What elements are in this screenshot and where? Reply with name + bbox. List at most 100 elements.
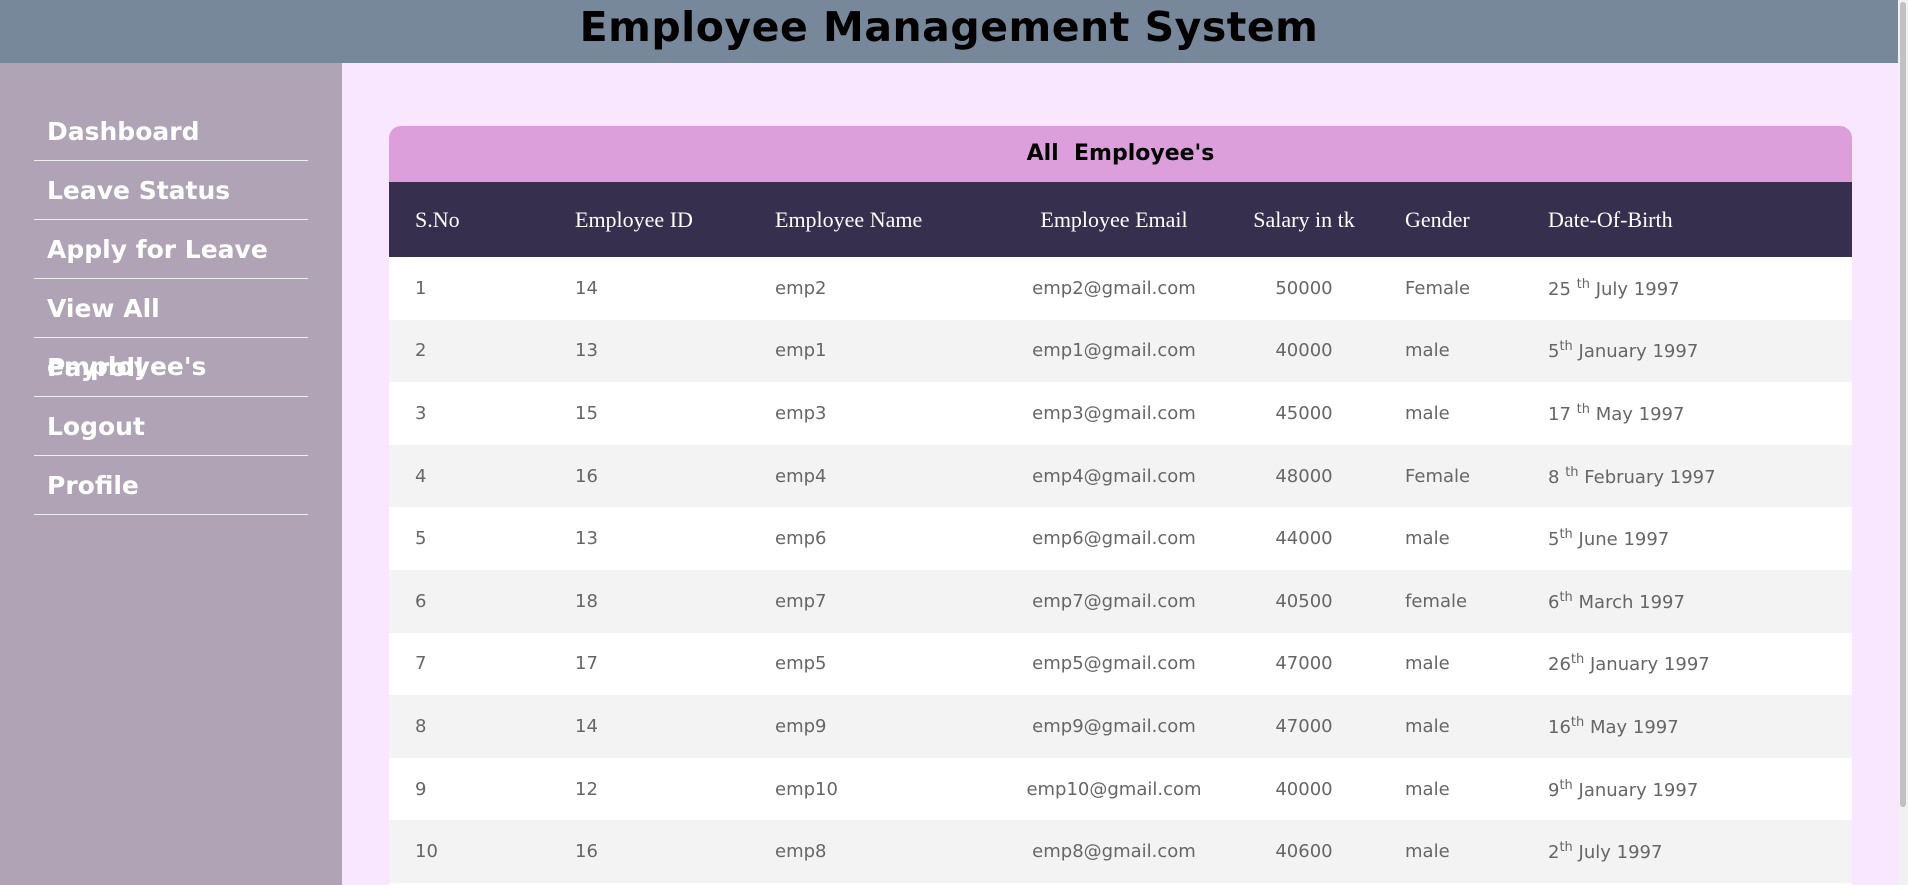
dob-month-year: July 1997	[1572, 842, 1663, 864]
table-row: 10 16 emp8 emp8@gmail.com 40600 male 2th July …	[389, 820, 1852, 883]
cell-employee-id: 14	[575, 277, 598, 299]
dob-suffix: th	[1570, 714, 1585, 730]
cell-gender: male	[1405, 653, 1450, 675]
dob-suffix: th	[1576, 276, 1590, 292]
cell-employee-id: 13	[575, 340, 598, 362]
table-header-row: S.No Employee ID Employee Name Employee …	[389, 182, 1852, 257]
cell-employee-email: emp3@gmail.com	[1032, 402, 1196, 424]
cell-salary: 44000	[1275, 528, 1333, 550]
cell-employee-name: emp10	[775, 778, 838, 800]
dob-day: 25	[1548, 278, 1577, 300]
cell-employee-email: emp7@gmail.com	[1032, 590, 1196, 612]
cell-dob: 5th January 1997	[1522, 320, 1852, 383]
cell-dob: 6th March 1997	[1522, 570, 1852, 633]
sidebar-item-logout: Logout	[34, 398, 308, 456]
table-row: 2 13 emp1 emp1@gmail.com 40000 male 5th Januar…	[389, 319, 1852, 383]
table-row: 4 16 emp4 emp4@gmail.com 48000 Female 8 th Feb…	[389, 444, 1852, 508]
dob-month-year: January 1997	[1572, 779, 1699, 801]
cell-gender: male	[1405, 340, 1450, 362]
cell-employee-email: emp2@gmail.com	[1032, 277, 1196, 299]
header-dob: Date-Of-Birth	[1548, 206, 1673, 232]
dob-day: 17	[1548, 403, 1577, 425]
dob-month-year: January 1997	[1584, 654, 1710, 676]
cell-employee-email: emp6@gmail.com	[1032, 528, 1196, 550]
scrollbar-thumb[interactable]	[1900, 2, 1906, 807]
dashboard-link[interactable]: Dashboard	[34, 103, 308, 161]
cell-employee-name: emp6	[775, 528, 827, 550]
table-row: 5 13 emp6 emp6@gmail.com 44000 male 5th June 1…	[389, 507, 1852, 570]
sidebar-item-view-employees: View All employee's	[34, 280, 308, 381]
cell-salary: 47000	[1275, 715, 1333, 737]
table-row: 3 15 emp3 emp3@gmail.com 45000 male 17 th May …	[389, 382, 1852, 445]
dob-day: 5	[1548, 341, 1560, 363]
cell-employee-name: emp4	[775, 465, 827, 487]
dob-month-year: January 1997	[1572, 341, 1699, 363]
dob-day: 8	[1548, 466, 1566, 488]
dob-month-year: June 1997	[1572, 529, 1670, 551]
logout-link[interactable]: Logout	[34, 398, 308, 456]
employees-table: S.No Employee ID Employee Name Employee …	[389, 182, 1852, 883]
cell-employee-name: emp9	[775, 715, 827, 737]
dob-month-year: March 1997	[1572, 591, 1685, 613]
cell-dob: 17 th May 1997	[1522, 382, 1852, 445]
sidebar-item-profile: Profile	[34, 457, 308, 515]
cell-employee-email: emp5@gmail.com	[1032, 653, 1196, 675]
table-row: 6 18 emp7 emp7@gmail.com 40500 female 6th Marc…	[389, 569, 1852, 633]
cell-sno: 10	[415, 841, 438, 863]
dob-suffix: th	[1559, 777, 1573, 793]
cell-salary: 40500	[1275, 590, 1333, 612]
cell-salary: 40000	[1275, 778, 1333, 800]
cell-employee-email: emp4@gmail.com	[1032, 465, 1196, 487]
dob-suffix: th	[1559, 589, 1573, 605]
cell-employee-name: emp7	[775, 590, 827, 612]
cell-gender: male	[1405, 402, 1450, 424]
dob-suffix: th	[1576, 401, 1590, 417]
profile-link[interactable]: Profile	[34, 457, 308, 515]
cell-employee-id: 16	[575, 841, 598, 863]
cell-employee-name: emp1	[775, 340, 827, 362]
cell-salary: 45000	[1275, 402, 1333, 424]
cell-employee-id: 16	[575, 465, 598, 487]
table-row: 9 12 emp10 emp10@gmail.com 40000 male 9th Janu…	[389, 757, 1852, 821]
cell-gender: male	[1405, 715, 1450, 737]
table-head: S.No Employee ID Employee Name Employee …	[389, 182, 1852, 257]
dob-month-year: February 1997	[1578, 466, 1716, 488]
cell-employee-email: emp1@gmail.com	[1032, 340, 1196, 362]
sidebar-nav: Dashboard Leave Status Apply for Leave V…	[0, 63, 342, 515]
cell-dob: 25 th July 1997	[1522, 257, 1852, 320]
dob-day: 2	[1548, 842, 1560, 864]
cell-sno: 5	[415, 528, 427, 550]
table-row: 1 14 emp2 emp2@gmail.com 50000 Female 25 th Ju…	[389, 257, 1852, 320]
vertical-scrollbar[interactable]	[1898, 0, 1908, 885]
cell-sno: 7	[415, 653, 427, 675]
cell-employee-name: emp2	[775, 277, 827, 299]
main-content: All Employee's S.No Employee ID Employee…	[342, 63, 1898, 885]
dob-suffix: th	[1559, 840, 1573, 856]
cell-dob: 26th January 1997	[1522, 633, 1852, 696]
header-employee-id: Employee ID	[575, 206, 693, 232]
cell-employee-email: emp10@gmail.com	[1026, 778, 1202, 800]
cell-dob: 2th July 1997	[1522, 820, 1852, 883]
cell-dob: 9th January 1997	[1522, 758, 1852, 821]
dob-suffix: th	[1559, 339, 1573, 355]
dob-day: 5	[1548, 529, 1560, 551]
cell-gender: Female	[1405, 277, 1471, 299]
dob-suffix: th	[1559, 527, 1573, 543]
dob-day: 26	[1548, 654, 1571, 676]
apply-leave-link[interactable]: Apply for Leave	[34, 221, 308, 279]
cell-salary: 47000	[1275, 653, 1333, 675]
cell-employee-id: 18	[575, 590, 598, 612]
dob-month-year: May 1997	[1584, 716, 1679, 738]
dob-day: 9	[1548, 779, 1560, 801]
dob-month-year: July 1997	[1589, 278, 1680, 300]
table-row: 8 14 emp9 emp9@gmail.com 47000 male 16th May 1…	[389, 695, 1852, 758]
cell-employee-id: 14	[575, 715, 598, 737]
cell-salary: 48000	[1275, 465, 1333, 487]
sidebar-item-dashboard: Dashboard	[34, 103, 308, 161]
table-row: 7 17 emp5 emp5@gmail.com 47000 male 26th Janua…	[389, 632, 1852, 696]
sidebar-item-leave-status: Leave Status	[34, 162, 308, 220]
cell-employee-name: emp5	[775, 653, 827, 675]
cell-employee-id: 13	[575, 528, 598, 550]
leave-status-link[interactable]: Leave Status	[34, 162, 308, 220]
cell-gender: female	[1405, 590, 1468, 612]
